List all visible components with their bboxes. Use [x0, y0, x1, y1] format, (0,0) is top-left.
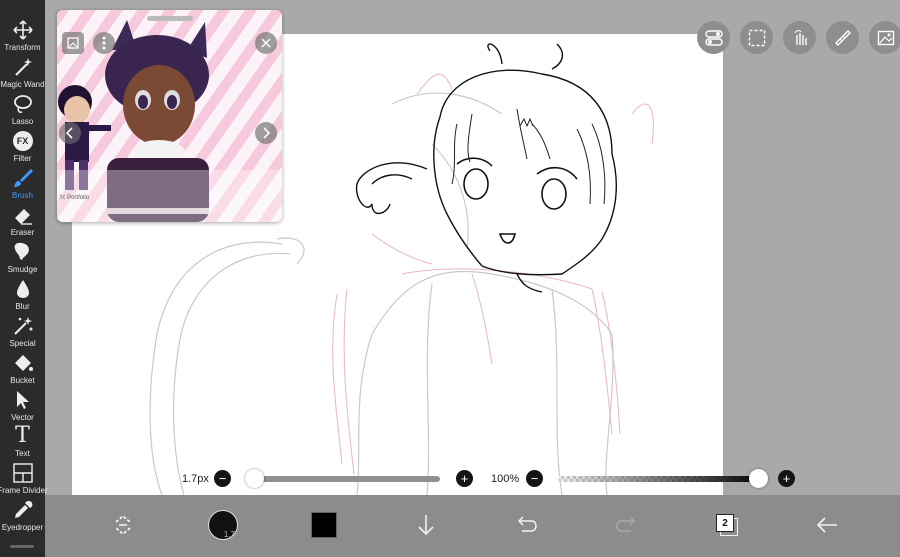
quick-menu-button[interactable]	[108, 503, 138, 547]
ruler-icon	[834, 29, 851, 46]
vector-icon	[16, 391, 29, 409]
tool-label: Smudge	[7, 265, 38, 274]
arrow-left-icon	[816, 517, 837, 533]
tool-brush[interactable]: Brush	[0, 166, 45, 203]
tool-label: Blur	[15, 302, 30, 311]
eyedropper-icon	[14, 500, 32, 518]
tool-vector[interactable]: Vector	[0, 388, 45, 425]
redo-button[interactable]	[612, 503, 642, 547]
tool-label: Vector	[11, 413, 34, 422]
frame-divider-icon	[12, 463, 33, 483]
bucket-icon	[14, 355, 33, 371]
tool-special[interactable]: Special	[0, 314, 45, 351]
brush-size-knob[interactable]	[245, 469, 264, 488]
special-icon	[13, 317, 32, 335]
transform-icon	[12, 20, 33, 40]
tool-frame-divider[interactable]: Frame Divider	[0, 461, 48, 498]
tool-eraser[interactable]: Eraser	[0, 203, 45, 240]
tool-filter[interactable]: FX Filter	[0, 129, 45, 166]
lasso-icon	[13, 95, 32, 113]
ruler-button[interactable]	[826, 21, 859, 54]
tool-bucket[interactable]: Bucket	[0, 351, 45, 388]
brush-preview-button[interactable]: 1.7	[208, 503, 238, 547]
brush-size-increase-button[interactable]: +	[456, 470, 473, 487]
tool-label: Eyedropper	[1, 523, 44, 532]
opacity-slider[interactable]	[558, 476, 763, 482]
arrow-down-icon	[418, 515, 434, 536]
reference-prev-button[interactable]	[59, 122, 81, 144]
gesture-button[interactable]	[783, 21, 816, 54]
tool-label: Lasso	[11, 117, 34, 126]
image-icon	[67, 37, 79, 49]
color-picker-button[interactable]	[309, 503, 339, 547]
tool-sidebar: Transform Magic Wand Lasso FX Filter Bru…	[0, 0, 48, 557]
image-icon	[877, 30, 894, 45]
layers-icon: 2	[716, 514, 738, 536]
tool-label: Frame Divider	[0, 486, 48, 495]
tool-smudge[interactable]: Smudge	[0, 240, 45, 277]
smudge-icon	[14, 242, 29, 260]
tool-transform[interactable]: Transform	[0, 18, 45, 55]
brush-size-indicator: 1.7	[208, 510, 238, 540]
tool-label: Brush	[12, 191, 33, 200]
magic-wand-icon	[14, 58, 32, 76]
reference-gallery-button[interactable]	[62, 32, 84, 54]
toolbar-scroll-indicator	[10, 545, 34, 548]
tool-label: Text	[15, 449, 30, 458]
selection-button[interactable]	[740, 21, 773, 54]
tool-label: Special	[9, 339, 36, 348]
download-button[interactable]	[411, 503, 441, 547]
brush-icon	[13, 169, 33, 187]
tool-text[interactable]: T Text	[0, 424, 45, 461]
selection-icon	[748, 29, 765, 46]
eraser-icon	[14, 209, 32, 225]
tool-eyedropper[interactable]: Eyedropper	[0, 498, 45, 535]
tool-label: Transform	[4, 43, 41, 52]
reference-next-button[interactable]	[255, 122, 277, 144]
rotate-arrows-icon	[115, 514, 131, 536]
back-button[interactable]	[812, 503, 842, 547]
tool-label: Magic Wand	[0, 80, 45, 89]
image-button[interactable]	[869, 21, 900, 54]
toggle-icon	[704, 29, 723, 46]
close-icon	[261, 38, 271, 48]
opacity-increase-button[interactable]: +	[778, 470, 795, 487]
tool-magic-wand[interactable]: Magic Wand	[0, 55, 45, 92]
brush-size-indicator-value: 1.7	[223, 530, 235, 539]
brush-size-slider[interactable]	[250, 476, 440, 482]
reference-close-button[interactable]	[255, 32, 277, 54]
reference-image	[57, 10, 282, 222]
blur-icon	[16, 280, 29, 298]
chevron-right-icon	[263, 127, 270, 139]
tool-label: Filter	[13, 154, 32, 163]
opacity-knob[interactable]	[749, 469, 768, 488]
bottom-toolbar: 1.7 2	[45, 495, 900, 557]
tool-blur[interactable]: Blur	[0, 277, 45, 314]
reference-more-button[interactable]	[93, 32, 115, 54]
redo-icon	[616, 516, 636, 532]
reference-panel[interactable]: ℳ Portfolio	[57, 10, 282, 222]
layer-count: 2	[716, 514, 734, 532]
undo-icon	[517, 516, 537, 532]
reference-watermark: ℳ Portfolio	[59, 195, 90, 201]
layers-button[interactable]: 2	[712, 503, 742, 547]
text-icon: T	[15, 423, 30, 448]
undo-button[interactable]	[511, 503, 541, 547]
brush-size-value: 1.7px	[182, 473, 209, 485]
more-vertical-icon	[102, 36, 106, 50]
filter-icon: FX	[12, 131, 33, 151]
toggle-button[interactable]	[697, 21, 730, 54]
color-swatch	[311, 512, 337, 538]
tool-lasso[interactable]: Lasso	[0, 92, 45, 129]
chevron-left-icon	[66, 127, 73, 139]
reference-drag-handle[interactable]	[147, 16, 193, 21]
opacity-decrease-button[interactable]: −	[526, 470, 543, 487]
opacity-value: 100%	[491, 473, 520, 485]
brush-size-decrease-button[interactable]: −	[214, 470, 231, 487]
hand-touch-icon	[794, 29, 807, 45]
tool-label: Bucket	[10, 376, 35, 385]
tool-label: Eraser	[10, 228, 35, 237]
